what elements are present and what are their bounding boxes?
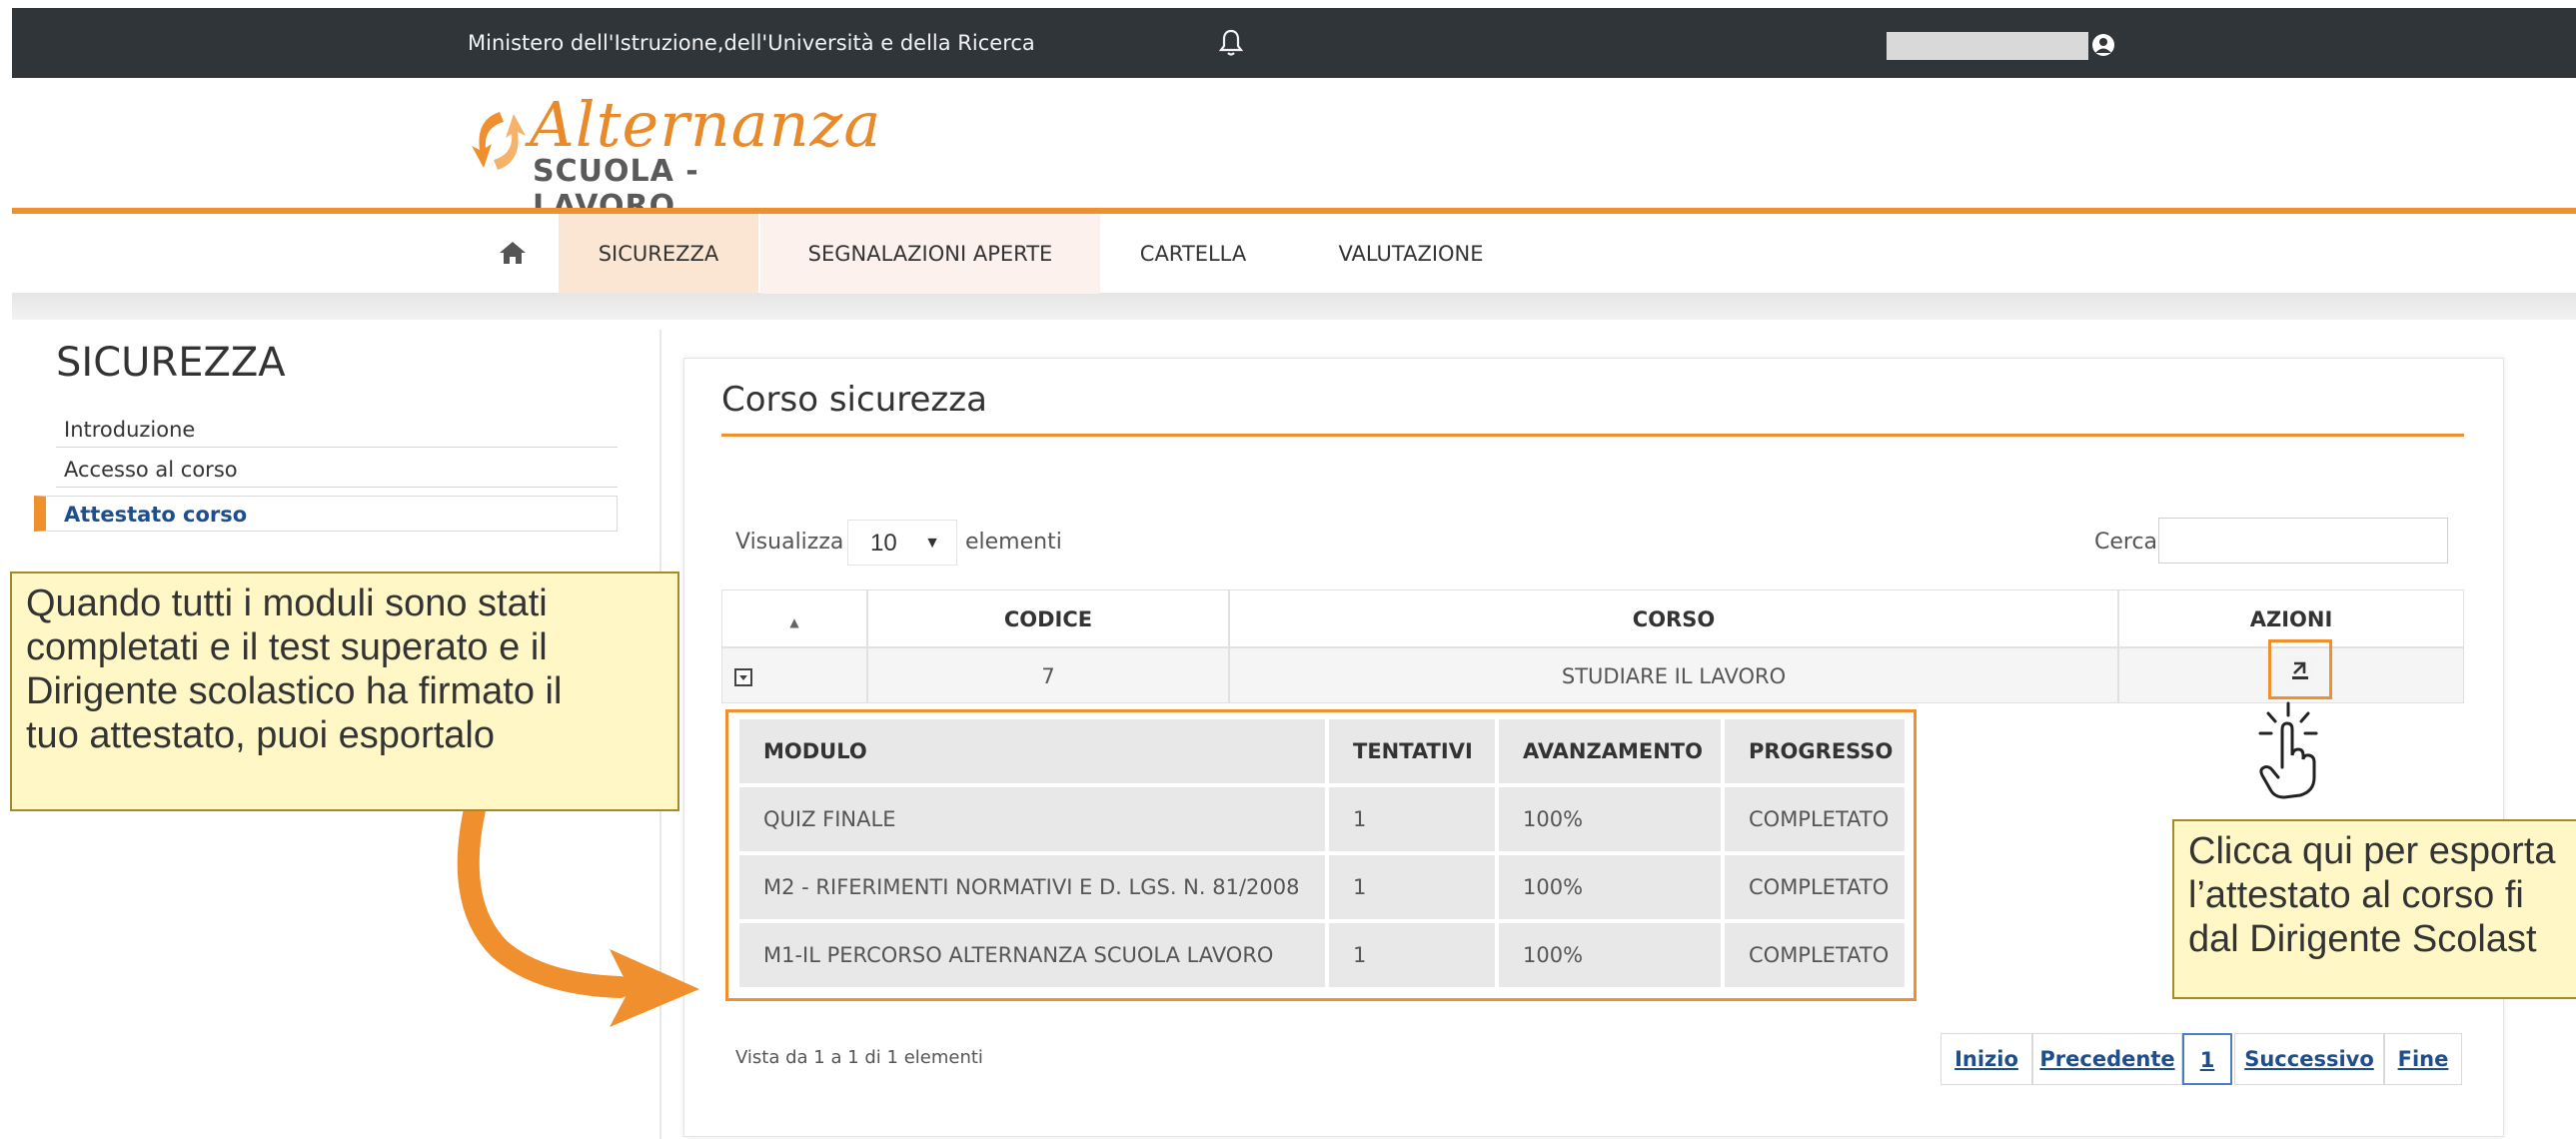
user-icon[interactable] [2090,32,2116,58]
tab-segnalazioni-aperte[interactable]: SEGNALAZIONI APERTE [760,214,1100,294]
pager-previous[interactable]: Precedente [2032,1033,2182,1085]
page-length-select[interactable]: 10 ▼ [847,520,957,566]
sidebar-item-attestato-corso[interactable]: Attestato corso [34,496,618,532]
show-label: Visualizza [735,530,844,555]
callout-line: l’attestato al corso fi [2188,874,2524,916]
tab-cartella[interactable]: CARTELLA [1123,214,1263,294]
callout-line: Dirigente scolastico ha firmato il [26,670,563,712]
callout-line: completati e il test superato e il [26,626,548,668]
tab-sicurezza[interactable]: SICUREZZA [559,214,758,294]
inner-table-highlight [725,709,1917,1001]
pager-first[interactable]: Inizio [1940,1033,2032,1085]
hand-pointer-icon [2258,701,2318,799]
cell-corso: STUDIARE IL LAVORO [1229,647,2118,703]
cell-codice: 7 [867,647,1229,703]
pager-last[interactable]: Fine [2384,1033,2462,1085]
callout-line: Quando tutti i moduli sono stati [26,582,548,624]
top-bar: Ministero dell'Istruzione,dell'Universit… [12,8,2576,78]
sort-icon: ▲ [789,615,799,629]
search-label: Cerca: [2094,530,2165,555]
pager-next[interactable]: Successivo [2234,1033,2384,1085]
tab-valutazione[interactable]: VALUTAZIONE [1311,214,1511,294]
bell-icon[interactable] [1218,28,1244,58]
column-header-codice[interactable]: CODICE [867,589,1229,647]
column-header-sort[interactable]: ▲ [721,589,867,647]
export-highlight [2268,639,2332,699]
page: Ministero dell'Istruzione,dell'Universit… [0,0,2576,1139]
chevron-down-icon: ▼ [924,535,940,552]
title-underline [721,434,2464,437]
callout-line: dal Dirigente Scolast [2188,918,2537,960]
sidebar-title: SICUREZZA [56,340,286,386]
expand-cell[interactable] [721,647,867,703]
sidebar-item-accesso-al-corso[interactable]: Accesso al corso [56,452,618,488]
show-suffix: elementi [965,530,1062,555]
callout-line: tuo attestato, puoi esportalo [26,714,495,756]
main-nav: SICUREZZA SEGNALAZIONI APERTE CARTELLA V… [12,214,2576,294]
page-title: Corso sicurezza [721,380,987,420]
callout-line: Clicca qui per esporta [2188,830,2556,872]
callout-export-click: Clicca qui per esporta l’attestato al co… [2172,819,2576,999]
expand-icon[interactable] [734,668,752,686]
sidebar-item-introduzione[interactable]: Introduzione [56,412,618,448]
column-header-corso[interactable]: CORSO [1229,589,2118,647]
pager-page-1[interactable]: 1 [2182,1033,2232,1085]
logo-arrows-icon [472,112,526,170]
home-icon[interactable] [498,240,528,266]
username-redacted [1887,32,2088,60]
nav-shadow [12,294,2576,320]
table-info: Vista da 1 a 1 di 1 elementi [735,1047,983,1068]
logo-script-text: Alternanza [530,88,882,161]
search-input[interactable] [2158,518,2448,564]
callout-export-info: Quando tutti i moduli sono stati complet… [10,571,679,811]
page-length-value: 10 [870,530,897,557]
curved-arrow-icon [457,779,699,1027]
ministry-name: Ministero dell'Istruzione,dell'Universit… [468,31,1035,55]
logo[interactable]: Alternanza SCUOLA - LAVORO [470,88,880,224]
